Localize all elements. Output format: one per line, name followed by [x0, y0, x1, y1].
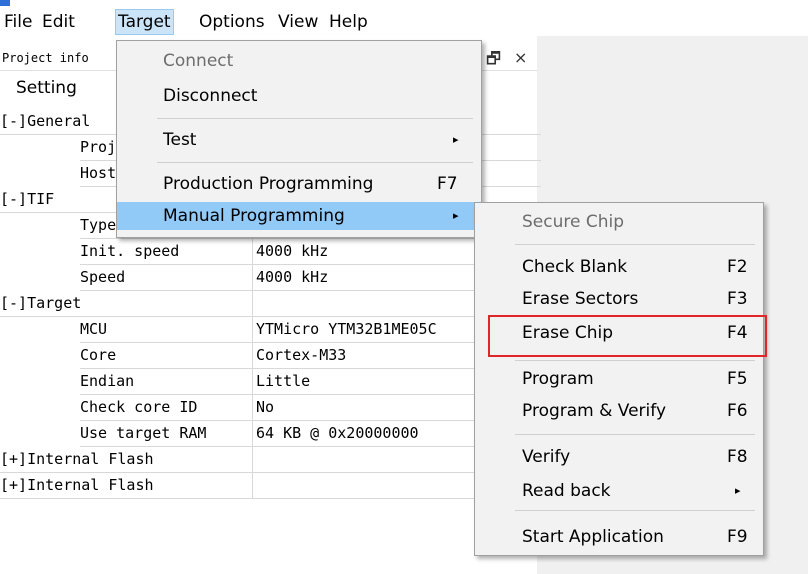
menu-item-label: Read back — [522, 481, 611, 501]
menu-target[interactable]: Target — [115, 9, 174, 35]
target-menu: Connect Disconnect Test ▸ Production Program… — [116, 40, 482, 238]
menu-item-program[interactable]: Program F5 — [476, 365, 762, 393]
menu-item-label: Start Application — [522, 527, 664, 547]
submenu-arrow-icon: ▸ — [453, 133, 459, 146]
menu-file[interactable]: File — [2, 10, 34, 34]
menu-item-label: Manual Programming — [163, 206, 345, 226]
shortcut-key: F9 — [727, 527, 748, 547]
erase-chip-annotation-box — [488, 315, 767, 357]
tree-row[interactable]: [+]Internal Flash — [0, 472, 541, 499]
menu-item-program-verify[interactable]: Program & Verify F6 — [476, 397, 762, 425]
menu-bar: File Edit Target Options View Help — [0, 8, 808, 36]
menu-item-manual-programming[interactable]: Manual Programming ▸ — [117, 202, 479, 230]
shortcut-key: F7 — [437, 174, 458, 194]
manual-programming-submenu: Secure Chip Check Blank F2 Erase Sectors F3 E… — [474, 202, 764, 556]
tree-row[interactable]: Core Cortex-M33 — [0, 342, 541, 369]
menu-item-label: Disconnect — [163, 86, 258, 106]
menu-item-verify[interactable]: Verify F8 — [476, 443, 762, 471]
menu-item-production-programming[interactable]: Production Programming F7 — [117, 170, 479, 198]
shortcut-key: F5 — [727, 369, 748, 389]
tree-row-name: MCU — [80, 316, 253, 343]
tree-row-name: Endian — [80, 368, 253, 395]
menu-separator — [515, 360, 755, 361]
menu-options[interactable]: Options — [197, 10, 267, 34]
tree-row[interactable]: Speed 4000 kHz — [0, 264, 541, 291]
app-icon — [0, 0, 10, 6]
menu-item-label: Check Blank — [522, 257, 628, 277]
menu-item-label: Secure Chip — [522, 212, 625, 232]
tree-row-name: Use target RAM — [80, 420, 253, 447]
menu-separator — [515, 244, 755, 245]
menu-item-disconnect[interactable]: Disconnect — [117, 82, 479, 110]
menu-item-connect: Connect — [117, 47, 479, 75]
submenu-arrow-icon: ▸ — [735, 484, 741, 497]
shortcut-key: F2 — [727, 257, 748, 277]
shortcut-key: F8 — [727, 447, 748, 467]
tree-row-name: Core — [80, 342, 253, 369]
menu-separator — [157, 162, 473, 163]
menu-help[interactable]: Help — [327, 10, 370, 34]
shortcut-key: F6 — [727, 401, 748, 421]
tree-row[interactable]: MCU YTMicro YTM32B1ME05C — [0, 316, 541, 343]
menu-item-label: Program & Verify — [522, 401, 667, 421]
menu-separator — [515, 434, 755, 435]
menu-item-secure-chip: Secure Chip — [476, 208, 762, 236]
setting-label: Setting — [16, 78, 77, 98]
menu-item-label: Erase Sectors — [522, 289, 639, 309]
tree-row[interactable]: [-]Target — [0, 290, 541, 317]
tree-row-name: Check core ID — [80, 394, 253, 421]
restore-icon[interactable]: 🗗 — [486, 48, 501, 75]
tree-row-name: [+]Internal Flash — [0, 446, 253, 473]
menu-item-label: Test — [163, 130, 197, 150]
tree-row-name: [-]Target — [0, 290, 253, 317]
menu-item-check-blank[interactable]: Check Blank F2 — [476, 253, 762, 281]
tree-row[interactable]: Check core ID No — [0, 394, 541, 421]
title-strip — [0, 0, 808, 8]
submenu-arrow-icon: ▸ — [453, 209, 459, 222]
menu-separator — [157, 118, 473, 119]
menu-item-label: Verify — [522, 447, 571, 467]
menu-item-label: Program — [522, 369, 594, 389]
menu-item-read-back[interactable]: Read back ▸ — [476, 477, 762, 505]
menu-separator — [515, 510, 755, 511]
tree-row[interactable]: Init. speed 4000 kHz — [0, 238, 541, 265]
menu-item-label: Connect — [163, 51, 234, 71]
panel-title: Project info — [2, 51, 89, 65]
menu-item-erase-sectors[interactable]: Erase Sectors F3 — [476, 285, 762, 313]
menu-view[interactable]: View — [276, 10, 320, 34]
tree-row[interactable]: Use target RAM 64 KB @ 0x20000000 — [0, 420, 541, 447]
tree-row[interactable]: [+]Internal Flash — [0, 446, 541, 473]
tree-row-name: [+]Internal Flash — [0, 472, 253, 499]
tree-row-name: Init. speed — [80, 238, 253, 265]
shortcut-key: F3 — [727, 289, 748, 309]
menu-item-test[interactable]: Test ▸ — [117, 126, 479, 154]
tree-row[interactable]: Endian Little — [0, 368, 541, 395]
menu-edit[interactable]: Edit — [40, 10, 77, 34]
close-icon[interactable]: × — [514, 48, 527, 67]
menu-item-start-application[interactable]: Start Application F9 — [476, 523, 762, 551]
menu-item-label: Production Programming — [163, 174, 374, 194]
tree-row-name: Speed — [80, 264, 253, 291]
